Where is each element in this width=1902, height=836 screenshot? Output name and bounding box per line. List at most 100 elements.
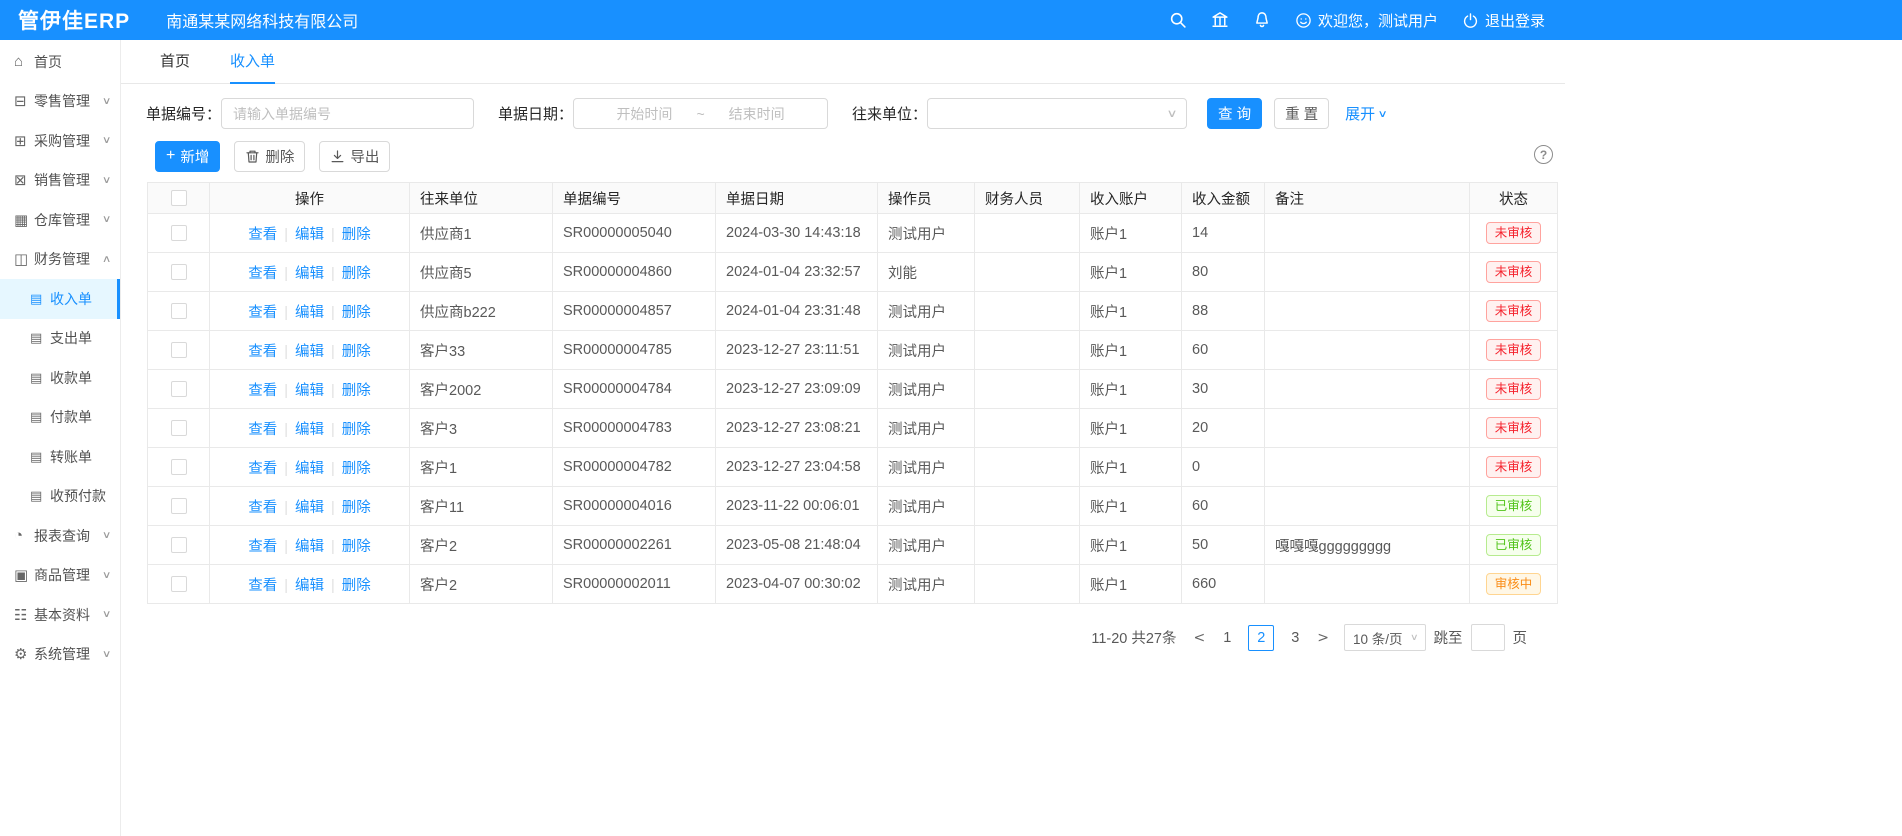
row-checkbox[interactable] — [171, 459, 187, 475]
delete-link[interactable]: 删除 — [342, 266, 371, 282]
sidebar-item-retail[interactable]: ⊟零售管理∨ — [0, 82, 120, 122]
bell-icon[interactable] — [1253, 11, 1271, 29]
table-row: 查看|编辑|删除客户2SR000000022612023-05-08 21:48… — [148, 526, 1558, 565]
view-link[interactable]: 查看 — [248, 383, 277, 399]
view-link[interactable]: 查看 — [248, 422, 277, 438]
sidebar-item-basic[interactable]: ☷基本资料∨ — [0, 595, 120, 635]
delete-link[interactable]: 删除 — [342, 500, 371, 516]
delete-button[interactable]: 删除 — [234, 141, 305, 172]
delete-link[interactable]: 删除 — [342, 422, 371, 438]
sidebar-item-goods[interactable]: ▣商品管理∨ — [0, 556, 120, 596]
page-size-select[interactable]: 10 条/页 ∨ — [1344, 624, 1426, 651]
row-checkbox[interactable] — [171, 537, 187, 553]
view-link[interactable]: 查看 — [248, 461, 277, 477]
row-checkbox[interactable] — [171, 342, 187, 358]
delete-link[interactable]: 删除 — [342, 383, 371, 399]
delete-link[interactable]: 删除 — [342, 344, 371, 360]
link-separator: | — [284, 461, 288, 477]
status-badge: 未审核 — [1486, 261, 1542, 283]
delete-link[interactable]: 删除 — [342, 539, 371, 555]
remark-cell — [1265, 331, 1470, 370]
page-3[interactable]: 3 — [1282, 625, 1308, 651]
next-page-button[interactable]: > — [1317, 630, 1329, 646]
view-link[interactable]: 查看 — [248, 227, 277, 243]
smile-icon — [1295, 12, 1312, 29]
edit-link[interactable]: 编辑 — [295, 422, 324, 438]
tab-home[interactable]: 首页 — [160, 40, 190, 84]
sidebar-item-home[interactable]: ⌂首页 — [0, 42, 120, 82]
row-checkbox[interactable] — [171, 420, 187, 436]
bill-date-cell: 2023-12-27 23:08:21 — [716, 409, 878, 448]
jump-input[interactable] — [1471, 624, 1505, 651]
view-link[interactable]: 查看 — [248, 305, 277, 321]
sidebar-item-expense-bill[interactable]: ▤支出单 — [0, 319, 120, 359]
sidebar-item-purchase[interactable]: ⊞采购管理∨ — [0, 121, 120, 161]
start-date-input[interactable] — [598, 106, 690, 122]
delete-link[interactable]: 删除 — [342, 227, 371, 243]
operator-cell: 测试用户 — [878, 565, 975, 604]
delete-link[interactable]: 删除 — [342, 305, 371, 321]
sidebar-item-sales[interactable]: ⊠销售管理∨ — [0, 161, 120, 201]
sidebar-item-income-bill[interactable]: ▤收入单 — [0, 279, 120, 319]
delete-link[interactable]: 删除 — [342, 578, 371, 594]
filter-bar: 单据编号： 单据日期： ~ 往来单位： ∨ 查 询 重 置 展开 ∨ — [121, 84, 1565, 129]
view-link[interactable]: 查看 — [248, 500, 277, 516]
row-checkbox[interactable] — [171, 498, 187, 514]
sidebar-item-warehouse[interactable]: ▦仓库管理∨ — [0, 200, 120, 240]
sidebar-item-report[interactable]: ◔报表查询∨ — [0, 516, 120, 556]
chevron-down-icon: ∨ — [1378, 109, 1388, 120]
row-checkbox[interactable] — [171, 225, 187, 241]
edit-link[interactable]: 编辑 — [295, 578, 324, 594]
bank-icon[interactable] — [1211, 11, 1229, 29]
account-cell: 账户1 — [1080, 253, 1182, 292]
edit-link[interactable]: 编辑 — [295, 461, 324, 477]
page-list: 123 — [1210, 625, 1312, 651]
view-link[interactable]: 查看 — [248, 539, 277, 555]
sidebar-item-receipt-bill[interactable]: ▤收款单 — [0, 358, 120, 398]
bill-date-cell: 2024-03-30 14:43:18 — [716, 214, 878, 253]
row-checkbox[interactable] — [171, 264, 187, 280]
view-link[interactable]: 查看 — [248, 344, 277, 360]
sidebar-item-system[interactable]: ⚙系统管理∨ — [0, 635, 120, 675]
sidebar-item-finance[interactable]: ◫财务管理∧ — [0, 240, 120, 280]
help-icon[interactable]: ? — [1534, 145, 1553, 164]
page-2[interactable]: 2 — [1248, 625, 1274, 651]
edit-link[interactable]: 编辑 — [295, 266, 324, 282]
bill-no-cell: SR00000004782 — [553, 448, 716, 487]
tab-income-bill[interactable]: 收入单 — [230, 40, 275, 84]
search-button[interactable]: 查 询 — [1207, 98, 1262, 129]
delete-link[interactable]: 删除 — [342, 461, 371, 477]
column-header-1: 往来单位 — [410, 183, 553, 214]
sidebar-item-transfer-bill[interactable]: ▤转账单 — [0, 437, 120, 477]
edit-link[interactable]: 编辑 — [295, 227, 324, 243]
row-checkbox[interactable] — [171, 381, 187, 397]
expand-link[interactable]: 展开 ∨ — [1345, 103, 1386, 124]
edit-link[interactable]: 编辑 — [295, 344, 324, 360]
edit-link[interactable]: 编辑 — [295, 539, 324, 555]
edit-link[interactable]: 编辑 — [295, 383, 324, 399]
search-icon[interactable] — [1169, 11, 1187, 29]
column-header-3: 单据日期 — [716, 183, 878, 214]
add-button[interactable]: + 新增 — [155, 141, 220, 172]
link-separator: | — [284, 539, 288, 555]
bill-no-input[interactable] — [221, 98, 474, 129]
view-link[interactable]: 查看 — [248, 266, 277, 282]
edit-link[interactable]: 编辑 — [295, 500, 324, 516]
reset-button[interactable]: 重 置 — [1274, 98, 1329, 129]
row-checkbox[interactable] — [171, 303, 187, 319]
status-badge: 未审核 — [1486, 222, 1542, 244]
partner-select[interactable]: ∨ — [927, 98, 1187, 129]
sidebar-item-advance-receipt[interactable]: ▤收预付款 — [0, 477, 120, 517]
prev-page-button[interactable]: < — [1194, 630, 1206, 646]
page-1[interactable]: 1 — [1214, 625, 1240, 651]
select-all-checkbox[interactable] — [171, 190, 187, 206]
export-button[interactable]: 导出 — [319, 141, 390, 172]
date-range-picker[interactable]: ~ — [573, 98, 828, 129]
user-menu[interactable]: 欢迎您，测试用户 — [1295, 10, 1438, 31]
logout-button[interactable]: 退出登录 — [1462, 10, 1545, 31]
edit-link[interactable]: 编辑 — [295, 305, 324, 321]
end-date-input[interactable] — [711, 106, 803, 122]
view-link[interactable]: 查看 — [248, 578, 277, 594]
sidebar-item-payment-bill[interactable]: ▤付款单 — [0, 398, 120, 438]
row-checkbox[interactable] — [171, 576, 187, 592]
